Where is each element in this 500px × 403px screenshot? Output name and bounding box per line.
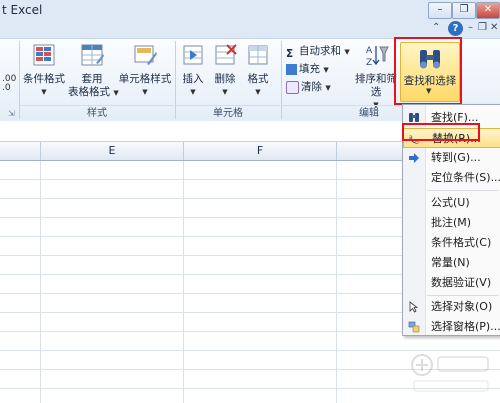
chevron-down-icon: ▼: [255, 88, 261, 96]
menu-item-label: 批注(M): [431, 216, 472, 229]
svg-text:A: A: [366, 46, 373, 56]
chevron-down-icon: ▼: [325, 84, 331, 92]
help-icon[interactable]: ?: [448, 21, 463, 36]
window-title: t Excel: [2, 3, 43, 17]
restore-button[interactable]: ❐: [452, 2, 476, 19]
menu-item-selection-pane[interactable]: 选择窗格(P)...: [403, 317, 500, 337]
selection-pane-icon: [408, 321, 420, 333]
menu-item-formulas[interactable]: 公式(U): [403, 193, 500, 213]
format-label: 格式: [247, 73, 269, 85]
cell-styles-label: 单元格样式: [118, 73, 172, 85]
conditional-format-label: 条件格式: [23, 73, 65, 85]
chevron-down-icon: ▼: [323, 66, 329, 74]
autosum-label: 自动求和: [299, 45, 341, 57]
menu-item-goto[interactable]: 转到(G)...: [403, 148, 500, 168]
title-bar: t Excel – ❐ ✕: [0, 0, 500, 21]
doc-minimize-button[interactable]: –: [468, 22, 473, 33]
replace-highlight: [402, 123, 480, 141]
format-as-table-button[interactable]: 套用 表格格式 ▼: [68, 43, 119, 100]
chevron-down-icon: ▼: [344, 48, 350, 56]
menu-separator: [427, 190, 499, 191]
decimal-label: .00 .0: [2, 74, 17, 93]
sigma-icon: Σ: [286, 47, 294, 60]
menu-item-label: 选择对象(O): [431, 300, 493, 313]
fill-down-icon: [286, 63, 297, 75]
find-select-highlight: [394, 37, 462, 105]
table-format-icon: [81, 44, 104, 66]
menu-item-select-objects[interactable]: 选择对象(O): [403, 297, 500, 317]
ribbon-collapse-icon[interactable]: ⌃: [432, 22, 440, 33]
menu-item-goto-special[interactable]: 定位条件(S)...: [403, 168, 500, 188]
insert-button[interactable]: 插入 ▼: [178, 43, 208, 99]
delete-label: 删除: [214, 73, 236, 85]
menu-item-comments[interactable]: 批注(M): [403, 213, 500, 233]
menu-item-constants[interactable]: 常量(N): [403, 253, 500, 273]
menu-item-label: 条件格式(C): [431, 236, 492, 249]
menu-separator: [427, 295, 499, 296]
conditional-format-icon: [33, 44, 55, 66]
format-as-table-label-2: 表格格式: [68, 86, 110, 98]
close-button[interactable]: ✕: [476, 2, 500, 19]
menu-item-conditional-format[interactable]: 条件格式(C): [403, 233, 500, 253]
format-cells-icon: [248, 45, 268, 65]
arrow-right-icon: [409, 153, 419, 163]
fill-button[interactable]: 填充 ▼: [286, 61, 329, 77]
menu-item-label: 转到(G)...: [431, 151, 481, 164]
clear-label: 清除: [301, 81, 322, 93]
column-header-f[interactable]: F: [184, 142, 337, 160]
doc-restore-button[interactable]: ❐: [478, 22, 487, 33]
insert-cells-icon: [183, 45, 203, 65]
decimal-format-button[interactable]: .00 .0: [2, 75, 16, 93]
watermark-logo-icon: [411, 354, 489, 392]
column-header-e[interactable]: E: [41, 142, 184, 160]
number-dialog-launcher-icon[interactable]: ⇲: [8, 109, 15, 118]
styles-group-label: 样式: [20, 105, 174, 121]
chevron-down-icon: ▼: [142, 88, 148, 96]
menu-item-label: 常量(N): [431, 256, 470, 269]
menu-item-label: 选择窗格(P)...: [431, 320, 500, 333]
column-header-partial[interactable]: [0, 142, 41, 160]
format-as-table-label-1: 套用: [81, 73, 103, 85]
cells-group-label: 单元格: [176, 105, 280, 121]
fill-label: 填充: [299, 63, 320, 75]
menu-item-label: 定位条件(S)...: [431, 171, 500, 184]
doc-close-button[interactable]: ✕: [490, 22, 498, 33]
chevron-down-icon: ▼: [190, 88, 196, 96]
chevron-down-icon: ▼: [41, 88, 47, 96]
menu-item-label: 数据验证(V): [431, 276, 492, 289]
autosum-button[interactable]: Σ 自动求和 ▼: [286, 43, 350, 60]
clear-button[interactable]: 清除 ▼: [286, 79, 331, 95]
delete-cells-icon: [215, 44, 237, 65]
chevron-down-icon: ▼: [222, 88, 228, 96]
pointer-icon: [409, 301, 419, 313]
ribbon-tab-row: ⌃ ? – ❐ ✕: [0, 20, 500, 38]
eraser-icon: [286, 80, 299, 94]
menu-item-data-validation[interactable]: 数据验证(V): [403, 273, 500, 293]
conditional-format-button[interactable]: 条件格式 ▼: [22, 43, 66, 99]
format-button[interactable]: 格式 ▼: [243, 43, 273, 99]
cell-styles-icon: [134, 45, 157, 65]
delete-button[interactable]: 删除 ▼: [210, 43, 240, 99]
insert-label: 插入: [182, 73, 204, 85]
menu-item-label: 公式(U): [431, 196, 470, 209]
svg-text:Z: Z: [366, 58, 372, 67]
sort-filter-icon: A Z: [366, 46, 389, 68]
cell-styles-button[interactable]: 单元格样式 ▼: [118, 43, 172, 99]
minimize-button[interactable]: –: [428, 2, 452, 19]
